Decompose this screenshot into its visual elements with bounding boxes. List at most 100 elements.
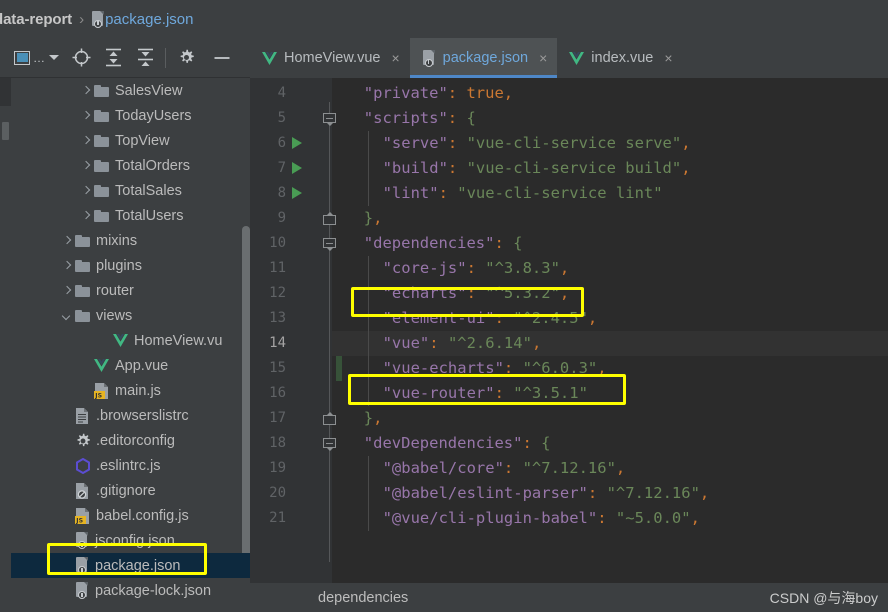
tree-item-package-json[interactable]: package.json — [11, 553, 250, 578]
code-line[interactable]: "@babel/eslint-parser": "^7.12.16", — [345, 481, 710, 506]
close-icon[interactable]: × — [539, 51, 547, 65]
fold-region-icon[interactable] — [323, 238, 336, 251]
tree-item-plugins[interactable]: plugins — [11, 253, 250, 278]
close-icon[interactable]: × — [391, 51, 399, 65]
svg-text:JS: JS — [75, 517, 83, 523]
fold-region-end-icon[interactable] — [323, 412, 336, 428]
chevron-right-icon[interactable] — [80, 110, 91, 121]
tree-item-app-vue[interactable]: App.vue — [11, 353, 250, 378]
chevron-right-icon[interactable] — [80, 85, 91, 96]
tree-item-gitignore[interactable]: .gitignore — [11, 478, 250, 503]
line-number: 18 — [269, 435, 286, 451]
code-line[interactable]: "vue-echarts": "^6.0.3", — [345, 356, 607, 381]
tree-item-package-lock-json[interactable]: package-lock.json — [11, 578, 250, 603]
tab-index-vue[interactable]: index.vue × — [557, 38, 682, 78]
collapse-all-button[interactable] — [132, 45, 158, 71]
expand-all-button[interactable] — [100, 45, 126, 71]
code-line[interactable]: "lint": "vue-cli-service lint" — [345, 181, 663, 206]
code-line[interactable]: "element-ui": "^2.4.5", — [345, 306, 598, 331]
tree-item-salesview[interactable]: SalesView — [11, 78, 250, 103]
tab-package-json[interactable]: package.json × — [409, 38, 558, 78]
tree-item-label: .editorconfig — [96, 432, 175, 449]
chevron-right-icon[interactable] — [80, 135, 91, 146]
code-token: : — [522, 434, 542, 452]
code-line[interactable]: "echarts": "^5.3.2", — [345, 281, 570, 306]
tree-item-jsconfig-json[interactable]: jsconfig.json — [11, 528, 250, 553]
tree-item-eslintrc-js[interactable]: .eslintrc.js — [11, 453, 250, 478]
code-line[interactable]: "core-js": "^3.8.3", — [345, 256, 570, 281]
run-script-arrow[interactable] — [292, 162, 302, 174]
tab-homeview-vue[interactable]: HomeView.vue × — [250, 38, 410, 78]
window-layout-button[interactable]: … — [14, 45, 59, 71]
vcs-change-marker[interactable] — [336, 356, 342, 381]
code-token: { — [513, 234, 523, 252]
code-line[interactable]: "build": "vue-cli-service build", — [345, 156, 691, 181]
tree-item-router[interactable]: router — [11, 278, 250, 303]
code-token: : — [429, 334, 448, 352]
chevron-right-icon[interactable] — [61, 235, 72, 246]
line-number: 11 — [269, 260, 286, 276]
close-icon[interactable]: × — [664, 51, 672, 65]
vue-icon — [94, 359, 109, 372]
code-line[interactable]: "private": true, — [345, 81, 513, 106]
code-token: , — [373, 209, 383, 227]
line-number: 13 — [269, 310, 286, 326]
code-token: "^7.12.16" — [606, 484, 700, 502]
tree-item-label: package.json — [95, 557, 181, 574]
chevron-right-icon[interactable] — [61, 260, 72, 271]
run-script-arrow[interactable] — [292, 137, 302, 149]
project-tree[interactable]: SalesView TodayUsers TopView TotalOrders Tot… — [11, 78, 250, 612]
code-line[interactable]: }, — [345, 406, 383, 431]
fold-region-icon[interactable] — [323, 113, 336, 126]
code-line[interactable]: "serve": "vue-cli-service serve", — [345, 131, 691, 156]
code-token: : — [597, 509, 616, 527]
tree-item-totalorders[interactable]: TotalOrders — [11, 153, 250, 178]
tree-item-babel-config-js[interactable]: JS babel.config.js — [11, 503, 250, 528]
tree-item-totalsales[interactable]: TotalSales — [11, 178, 250, 203]
chevron-down-icon[interactable] — [61, 310, 72, 321]
tree-item-homeview-vu[interactable]: HomeView.vu — [11, 328, 250, 353]
tree-item-label: TotalSales — [115, 182, 182, 199]
gear-icon — [180, 49, 194, 63]
code-token: : — [494, 234, 514, 252]
chevron-right-icon[interactable] — [80, 160, 91, 171]
code-token: "private" — [363, 84, 448, 102]
breadcrumb-project[interactable]: data-report — [0, 11, 72, 28]
tree-item-editorconfig[interactable]: .editorconfig — [11, 428, 250, 453]
code-line[interactable]: "@babel/core": "^7.12.16", — [345, 456, 626, 481]
tree-item-label: plugins — [96, 257, 142, 274]
fold-region-end-icon[interactable] — [323, 212, 336, 228]
chevron-right-icon[interactable] — [80, 185, 91, 196]
code-line[interactable]: "scripts": { — [345, 106, 476, 131]
code-line[interactable]: "vue": "^2.6.14", — [345, 331, 542, 356]
code-line[interactable]: "@vue/cli-plugin-babel": "~5.0.0", — [345, 506, 700, 531]
tree-item-views[interactable]: views — [11, 303, 250, 328]
code-editor[interactable]: dependencies CSDN @与海boy 4 "private": tru… — [250, 78, 888, 612]
line-number: 20 — [269, 485, 286, 501]
settings-gear-button[interactable] — [173, 45, 199, 71]
fold-region-icon[interactable] — [323, 438, 336, 451]
run-script-arrow[interactable] — [292, 187, 302, 199]
ellipsis-label: … — [33, 50, 46, 65]
tree-item-todayusers[interactable]: TodayUsers — [11, 103, 250, 128]
code-line[interactable]: "vue-router": "^3.5.1" — [345, 381, 588, 406]
hide-panel-button[interactable] — [209, 45, 235, 71]
left-tool-strip — [0, 78, 11, 612]
watermark-label: CSDN @与海boy — [769, 590, 878, 606]
code-line[interactable]: }, — [345, 206, 383, 231]
window-icon — [14, 50, 30, 65]
tree-item-main-js[interactable]: JS main.js — [11, 378, 250, 403]
tree-item-browserslistrc[interactable]: .browserslistrc — [11, 403, 250, 428]
code-line[interactable]: "devDependencies": { — [345, 431, 551, 456]
tree-item-topview[interactable]: TopView — [11, 128, 250, 153]
code-line[interactable]: "dependencies": { — [345, 231, 523, 256]
chevron-right-icon[interactable] — [80, 210, 91, 221]
editor-gutter — [250, 78, 332, 583]
locate-target-button[interactable] — [68, 45, 94, 71]
chevron-right-icon[interactable] — [61, 285, 72, 296]
tree-item-mixins[interactable]: mixins — [11, 228, 250, 253]
tree-item-totalusers[interactable]: TotalUsers — [11, 203, 250, 228]
tree-item-label: .eslintrc.js — [96, 457, 161, 474]
breadcrumb-file[interactable]: package.json — [105, 11, 193, 28]
